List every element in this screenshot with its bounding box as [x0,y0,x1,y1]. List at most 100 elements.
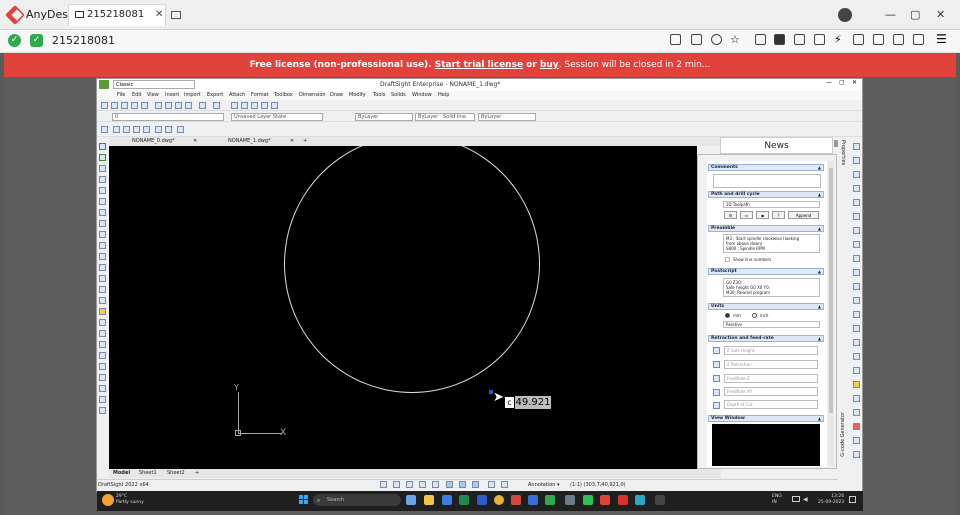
feedrate-z-field[interactable]: FeedRate Z [724,374,818,383]
paste-icon[interactable] [175,102,182,109]
windows-start-icon[interactable] [299,495,309,505]
menu-view[interactable]: View [147,92,159,98]
esnap-toggle-icon[interactable] [432,481,439,488]
menu-insert[interactable]: Insert [165,92,179,98]
section-units[interactable]: Units ▲ [708,303,824,310]
ds-minimize-button[interactable]: — [826,79,832,86]
tool-icon[interactable] [99,143,106,150]
zoom-window-icon[interactable] [251,102,258,109]
section-path[interactable]: Path and drill cycle ▲ [708,191,824,198]
ortho-toggle-icon[interactable] [406,481,413,488]
zoom-icon[interactable] [241,102,248,109]
tool-icon[interactable] [99,352,106,359]
weather-icon[interactable] [102,494,114,506]
retraction-field[interactable]: Z Retraction [724,360,818,369]
excel-icon[interactable] [459,495,469,505]
ds-close-button[interactable]: ✕ [852,79,857,86]
safe-height-field[interactable]: Z Safe Height [724,346,818,355]
record-icon[interactable] [893,34,904,45]
dimension-icon[interactable] [177,126,184,133]
side-tool-icon[interactable] [853,199,860,206]
etrack-toggle-icon[interactable] [446,481,453,488]
section-retraction[interactable]: Retraction and feed-rate ▲ [708,335,824,342]
file-icon[interactable] [755,34,766,45]
tool-icon[interactable] [99,187,106,194]
taskbar-search[interactable]: Search [313,494,401,506]
save-icon[interactable]: ▪ [756,211,769,219]
line-icon[interactable] [101,126,108,133]
tool-icon[interactable] [99,374,106,381]
grid-toggle-icon[interactable] [393,481,400,488]
anydesk-menu-icon[interactable] [838,8,852,22]
menu-toolbox[interactable]: Toolbox [274,92,293,98]
mm-radio[interactable] [725,313,730,318]
layer-state-combo[interactable]: Unsaved Layer State [231,113,323,121]
side-tool-icon[interactable] [853,409,860,416]
new-session-icon[interactable] [171,11,181,19]
tool-icon[interactable] [99,165,106,172]
tool-icon[interactable] [99,242,106,249]
menu-edit[interactable]: Edit [132,92,142,98]
menu-draw[interactable]: Draw [330,92,343,98]
whatsapp-icon[interactable] [583,495,593,505]
view-window-preview[interactable] [712,424,820,466]
tool-icon[interactable] [99,396,106,403]
taskview-icon[interactable] [406,495,416,505]
hatch-icon[interactable] [155,126,162,133]
dynamic-input-tooltip[interactable]: 49.921 [515,396,551,409]
section-comments[interactable]: Comments ▲ [708,164,824,171]
side-tool-icon[interactable] [853,423,860,430]
depth-of-cut-field[interactable]: Depth of Cut [724,400,818,409]
menu-format[interactable]: Format [251,92,269,98]
help-icon[interactable]: ? [772,211,785,219]
tool-icon[interactable] [99,297,106,304]
shield-icon[interactable] [873,34,884,45]
linestyle-combo[interactable]: ByLayer Solid line [415,113,475,121]
notification-icon[interactable] [849,496,856,503]
line-numbers-checkbox[interactable] [725,257,730,262]
menu-import[interactable]: Import [184,92,201,98]
tool-icon[interactable] [99,209,106,216]
action-icon[interactable]: ⚡ [834,34,845,45]
section-view-window[interactable]: View Window ▲ [708,415,824,422]
transfer-icon[interactable] [853,34,864,45]
lineweight-combo[interactable]: ByLayer [478,113,536,121]
app-icon[interactable] [635,495,645,505]
side-tool-icon[interactable] [853,269,860,276]
pan-icon[interactable] [231,102,238,109]
side-tool-icon[interactable] [853,213,860,220]
feedrate-xy-field[interactable]: FeedRate XY [724,387,818,396]
maximize-button[interactable]: ▢ [910,8,920,21]
tool-icon[interactable] [99,385,106,392]
app-icon[interactable] [511,495,521,505]
circle-icon[interactable] [133,126,140,133]
relative-combo[interactable]: Relative [723,321,820,328]
app-icon[interactable] [618,495,628,505]
volume-icon[interactable]: ◀ [803,496,808,503]
dynamic-input-icon[interactable] [488,481,495,488]
doc-tab-noname1[interactable]: NONAME_1.dwg* [228,138,271,144]
tool-icon[interactable] [99,220,106,227]
tool-icon[interactable] [99,407,106,414]
menu-export[interactable]: Export [207,92,223,98]
network-icon[interactable] [792,496,800,502]
side-tool-icon[interactable] [853,185,860,192]
tool-icon[interactable] [99,319,106,326]
weight-toggle-icon[interactable] [459,481,466,488]
rectangle-icon[interactable] [143,126,150,133]
app-icon[interactable] [442,495,452,505]
quick-input-icon[interactable] [501,481,508,488]
menu-solids[interactable]: Solids [391,92,406,98]
open-icon[interactable] [111,102,118,109]
menu-attach[interactable]: Attach [229,92,245,98]
tool-icon[interactable] [99,264,106,271]
polar-toggle-icon[interactable] [419,481,426,488]
append-button[interactable]: Append [788,211,819,219]
open-folder-icon[interactable]: ▭ [740,211,753,219]
screenshot-icon[interactable] [691,34,702,45]
hamburger-menu-icon[interactable]: ☰ [936,33,947,45]
tool-icon[interactable] [99,176,106,183]
undo-icon[interactable] [199,102,206,109]
word-icon[interactable] [477,495,487,505]
polyline-icon[interactable] [113,126,120,133]
